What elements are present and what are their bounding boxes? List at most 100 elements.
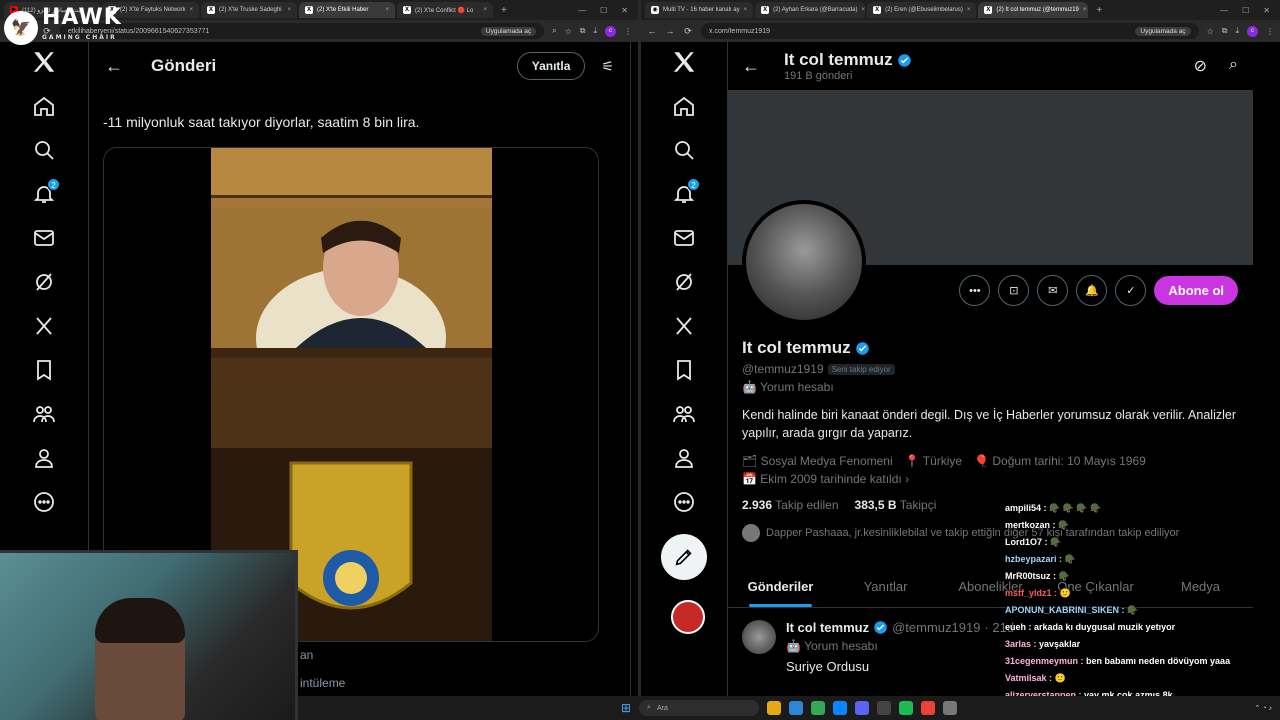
close-icon[interactable]: × (386, 7, 390, 13)
windows-start-icon[interactable]: ⊞ (621, 701, 631, 715)
close-icon[interactable]: × (861, 7, 865, 13)
right-tab-2[interactable]: X (2) Ayhan Erkara (@Barracuda) × (755, 2, 866, 18)
bookmark-star-icon[interactable]: ☆ (565, 27, 572, 36)
file-explorer-icon[interactable] (767, 701, 782, 715)
more-icon[interactable] (664, 482, 704, 522)
x-premium-icon[interactable] (664, 306, 704, 346)
open-in-app-button[interactable]: Uygulamada aç (1135, 26, 1191, 36)
menu-icon[interactable]: ⋮ (624, 27, 632, 36)
spotify-icon[interactable] (899, 701, 914, 715)
followers-stat[interactable]: 383,5 B Takipçi (855, 498, 937, 512)
messages-icon[interactable] (664, 218, 704, 258)
notifications-icon[interactable]: 2 (24, 174, 64, 214)
app-icon[interactable] (943, 701, 958, 715)
chrome-icon[interactable] (811, 701, 826, 715)
close-icon[interactable]: × (190, 7, 194, 13)
tab-replies[interactable]: Yanıtlar (833, 568, 938, 607)
minimize-icon[interactable]: — (578, 6, 586, 15)
menu-icon[interactable]: ⋮ (1266, 27, 1274, 36)
close-window-icon[interactable]: ✕ (1263, 6, 1270, 15)
briefcase-icon: 🗂 (742, 454, 758, 468)
more-options-icon[interactable]: ••• (959, 275, 991, 306)
close-icon[interactable]: × (1083, 7, 1087, 13)
avatar[interactable] (742, 620, 776, 654)
filter-settings-icon[interactable]: ⚟ (601, 58, 614, 75)
grok-analyze-icon[interactable]: ⊡ (998, 275, 1030, 306)
back-arrow-icon[interactable]: ← (105, 56, 123, 77)
notifications-icon[interactable]: 2 (664, 174, 704, 214)
right-tab-1[interactable]: ◉ Multi TV - 16 haber kanalı ay × (645, 2, 754, 18)
close-icon[interactable]: × (484, 7, 488, 13)
extensions-icon[interactable]: ⧉ (1222, 26, 1228, 36)
joined-item[interactable]: 📅 Ekim 2009 tarihinde katıldı › (742, 472, 909, 486)
download-icon[interactable]: ⤓ (1235, 26, 1239, 36)
taskbar-search[interactable]: ⌕ Ara (639, 700, 760, 716)
grok-icon[interactable]: ⊘ (1194, 56, 1207, 76)
x-premium-icon[interactable] (24, 306, 64, 346)
tab-posts[interactable]: Gönderiler (728, 568, 833, 607)
right-tab-4[interactable]: X (2) It col temmuz (@temmuz19 × (978, 2, 1089, 18)
maximize-icon[interactable]: ☐ (600, 6, 607, 15)
message-icon[interactable]: ✉ (1037, 275, 1069, 306)
communities-icon[interactable] (664, 394, 704, 434)
following-icon[interactable]: ✓ (1115, 275, 1147, 306)
bookmarks-icon[interactable] (24, 350, 64, 390)
profile-avatar[interactable]: c (605, 25, 616, 37)
url-field[interactable]: x.com/temmuz1919 Uygulamada aç (701, 23, 1199, 39)
new-tab-button[interactable]: + (495, 5, 513, 16)
right-tab-3[interactable]: X (2) Eren (@Ebuselimbelarus) × (867, 2, 977, 18)
x-logo-icon[interactable] (664, 42, 704, 82)
edge-icon[interactable] (789, 701, 804, 715)
x-logo-icon[interactable] (24, 42, 64, 82)
home-icon[interactable] (664, 86, 704, 126)
left-tab-5[interactable]: X (2) X'te Conflict 🔴 Lo × (397, 2, 494, 18)
post-text: Suriye Ordusu (786, 659, 870, 674)
left-tab-3[interactable]: X (2) X'te Truske Sadeghi × (201, 2, 298, 18)
left-tab-4[interactable]: X (2) X'te Etkili Haber × (299, 2, 396, 18)
notify-bell-icon[interactable]: 🔔 (1076, 275, 1108, 306)
post-author[interactable]: It col temmuz (786, 620, 869, 635)
search-icon[interactable] (24, 130, 64, 170)
search-icon[interactable]: ⌕ (1229, 56, 1238, 76)
more-icon[interactable] (24, 482, 64, 522)
following-stat[interactable]: 2.936 Takip edilen (742, 498, 839, 512)
close-window-icon[interactable]: ✕ (621, 6, 628, 15)
profile-icon[interactable] (24, 438, 64, 478)
forward-icon[interactable]: → (665, 26, 675, 36)
close-icon[interactable]: × (288, 7, 292, 13)
grok-icon[interactable] (24, 262, 64, 302)
zoom-icon[interactable]: ⌕ (552, 26, 556, 36)
extensions-icon[interactable]: ⧉ (580, 26, 586, 36)
home-icon[interactable] (24, 86, 64, 126)
back-arrow-icon[interactable]: ← (742, 56, 760, 77)
maximize-icon[interactable]: ☐ (1242, 6, 1249, 15)
profile-picture[interactable] (742, 200, 866, 324)
grok-icon[interactable] (664, 262, 704, 302)
profile-icon[interactable] (664, 438, 704, 478)
reply-button[interactable]: Yanıtla (516, 52, 586, 80)
account-avatar[interactable] (671, 600, 705, 634)
chrome-2-icon[interactable] (921, 701, 936, 715)
download-icon[interactable]: ⤓ (593, 26, 597, 36)
bookmark-star-icon[interactable]: ☆ (1207, 27, 1214, 36)
communities-icon[interactable] (24, 394, 64, 434)
obs-icon[interactable] (877, 701, 892, 715)
store-icon[interactable] (833, 701, 848, 715)
close-icon[interactable]: × (967, 7, 971, 13)
right-address-bar: ← → ⟳ x.com/temmuz1919 Uygulamada aç ☆ ⧉… (641, 20, 1280, 42)
discord-icon[interactable] (855, 701, 870, 715)
profile-avatar[interactable]: c (1247, 25, 1258, 37)
minimize-icon[interactable]: — (1220, 6, 1228, 15)
reload-icon[interactable]: ⟳ (683, 26, 693, 37)
close-icon[interactable]: × (744, 7, 748, 13)
subscribe-button[interactable]: Abone ol (1154, 276, 1238, 305)
url-field[interactable]: etkilihaberyeni/status/20096615406273537… (60, 23, 545, 39)
open-in-app-button[interactable]: Uygulamada aç (480, 26, 537, 36)
compose-post-button[interactable] (661, 534, 707, 580)
back-icon[interactable]: ← (647, 26, 657, 36)
search-icon[interactable] (664, 130, 704, 170)
bookmarks-icon[interactable] (664, 350, 704, 390)
messages-icon[interactable] (24, 218, 64, 258)
new-tab-button[interactable]: + (1090, 5, 1108, 16)
tab-title: (2) It col temmuz (@temmuz19 (996, 7, 1079, 13)
